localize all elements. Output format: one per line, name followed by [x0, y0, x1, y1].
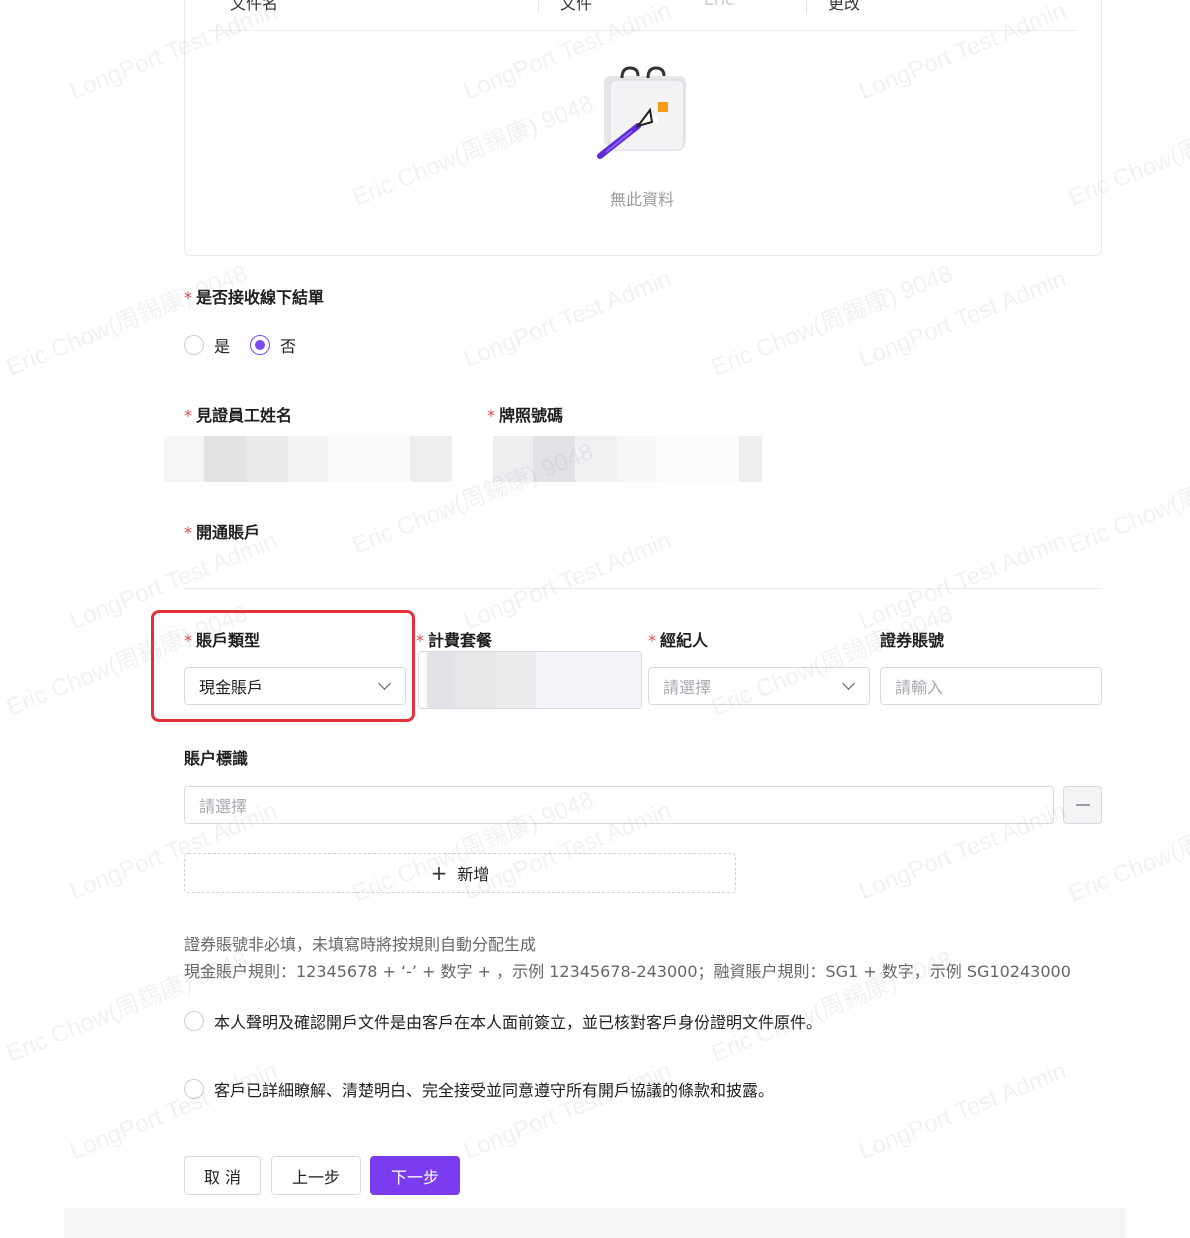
header-change: 更改: [828, 0, 861, 13]
declaration-1-text: 本人聲明及確認開戶文件是由客戶在本人面前簽立，並已核對客戶身份證明文件原件。: [214, 1013, 823, 1032]
highlight-box: [151, 610, 415, 722]
license-number-redacted: [493, 436, 762, 482]
watermark: LongPort Test Admin: [460, 527, 676, 636]
broker-label-text: 經紀人: [660, 631, 709, 650]
declaration-2-text: 客戶已詳細瞭解、清楚明白、完全接受並同意遵守所有開戶協議的條款和披露。: [214, 1081, 775, 1100]
broker-select[interactable]: 請選擇: [648, 667, 870, 705]
plus-icon: +: [430, 861, 448, 885]
account-tag-placeholder: 請選擇: [199, 797, 248, 816]
empty-notebook-icon: [592, 64, 692, 164]
declaration-1[interactable]: 本人聲明及確認開戶文件是由客戶在本人面前簽立，並已核對客戶身份證明文件原件。: [184, 1009, 822, 1033]
required-mark: *: [184, 288, 192, 307]
securities-account-placeholder: 請輸入: [895, 678, 944, 697]
radio-option-yes[interactable]: 是: [184, 333, 230, 357]
fee-package-label-text: 計費套餐: [428, 631, 493, 650]
fee-package-select[interactable]: [418, 651, 642, 709]
header-filename: 文件名: [230, 0, 279, 13]
footer-bar: [64, 1208, 1126, 1238]
radio-no-label: 否: [280, 337, 297, 356]
add-tag-label: 新增: [457, 865, 490, 884]
watermark: LongPort Test Admin: [460, 265, 676, 374]
watermark: Eric Chow(周錫康) 9048: [707, 260, 957, 382]
witness-name-redacted: [164, 436, 452, 482]
securities-account-note: 證券賬號非必填，未填寫時將按規則自動分配生成: [184, 935, 537, 954]
open-account-label: * 開通賬戶: [184, 519, 260, 543]
radio-yes[interactable]: [184, 335, 204, 355]
offline-settlement-label: * 是否接收線下結單: [184, 284, 324, 308]
required-mark: *: [416, 631, 424, 650]
watermark: Eric Chow(周錫康) 9048: [1064, 438, 1190, 560]
watermark: LongPort Test Admin: [855, 265, 1071, 374]
watermark: LongPort Test Admin: [855, 1057, 1071, 1166]
open-account-label-text: 開通賬戶: [196, 523, 261, 542]
declaration-2[interactable]: 客戶已詳細瞭解、清楚明白、完全接受並同意遵守所有開戶協議的條款和披露。: [184, 1077, 774, 1101]
radio-no[interactable]: [250, 335, 270, 355]
remove-tag-button[interactable]: [1063, 786, 1102, 824]
witness-name-label: * 見證員工姓名: [184, 402, 292, 426]
offline-settlement-label-text: 是否接收線下結單: [196, 288, 325, 307]
cancel-button[interactable]: 取 消: [184, 1156, 261, 1195]
watermark: LongPort Test Admin: [855, 527, 1071, 636]
required-mark: *: [648, 631, 656, 650]
header-divider: [538, 0, 539, 14]
empty-state-text: 無此資料: [609, 190, 674, 209]
section-divider: [184, 588, 1102, 589]
account-tag-label: 賬户標識: [184, 749, 249, 768]
header-col3: Eric: [704, 0, 734, 9]
securities-account-input[interactable]: 請輸入: [880, 667, 1102, 705]
prev-step-button[interactable]: 上一步: [271, 1156, 361, 1195]
next-step-button[interactable]: 下一步: [370, 1156, 460, 1195]
chevron-down-icon: [842, 677, 855, 690]
radio-option-no[interactable]: 否: [250, 333, 296, 357]
broker-placeholder: 請選擇: [663, 678, 712, 697]
declaration-2-checkbox[interactable]: [184, 1079, 204, 1099]
radio-yes-label: 是: [214, 337, 231, 356]
header-divider: [806, 0, 807, 14]
broker-label: * 經紀人: [648, 627, 708, 651]
securities-account-label: 證券賬號: [880, 631, 945, 650]
account-tag-select[interactable]: 請選擇: [184, 786, 1054, 824]
fee-package-label: * 計費套餐: [416, 627, 492, 651]
required-mark: *: [184, 406, 192, 425]
watermark: Eric Chow(周錫康) 9048: [2, 260, 252, 382]
account-rule-note: 現金賬户規則：12345678 + ‘-’ + 数字 + ，示例 1234567…: [184, 962, 1071, 981]
required-mark: *: [487, 406, 495, 425]
add-tag-button[interactable]: + 新增: [184, 853, 736, 893]
license-number-label: * 牌照號碼: [487, 402, 563, 426]
required-mark: *: [184, 523, 192, 542]
watermark: LongPort Test Admin: [460, 1057, 676, 1166]
documents-table-header: 文件名 文件 Eric 更改: [208, 0, 1076, 31]
witness-name-label-text: 見證員工姓名: [196, 406, 293, 425]
header-file: 文件: [560, 0, 593, 13]
watermark: LongPort Test Admin: [66, 1057, 282, 1166]
declaration-1-checkbox[interactable]: [184, 1011, 204, 1031]
license-number-label-text: 牌照號碼: [499, 406, 564, 425]
